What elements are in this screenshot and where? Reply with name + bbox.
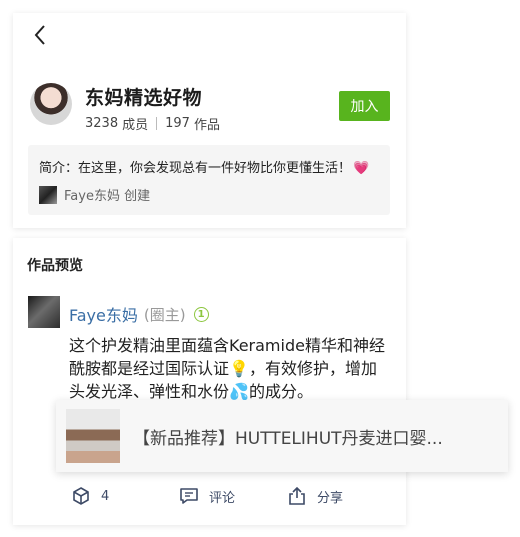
- back-button[interactable]: [27, 22, 53, 48]
- chevron-left-icon: [34, 25, 45, 45]
- group-header-card: 东妈精选好物 3238 成员 197 作品 加入 简介：在这里，你会发现总有一件…: [13, 13, 406, 228]
- member-label: 成员: [122, 118, 149, 133]
- share-label: 分享: [317, 490, 344, 506]
- works-preview-card: 作品预览 Faye东妈 (圈主) 1 这个护发精油里面蕴含Keramide精华和…: [13, 238, 406, 525]
- cube-like-icon: [73, 487, 89, 505]
- intro-text: 在这里，你会发现总有一件好物比你更懂生活！: [78, 161, 352, 176]
- creator-name[interactable]: Faye东妈: [64, 185, 120, 204]
- member-count: 3238: [85, 116, 119, 131]
- product-card[interactable]: 【新品推荐】HUTTELIHUT丹麦进口婴...: [56, 400, 508, 472]
- author-line: Faye东妈 (圈主) 1: [69, 302, 209, 326]
- post-text-part-3: 的成分。: [248, 382, 313, 401]
- creator-suffix: 创建: [124, 189, 151, 204]
- comment-action[interactable]: 评论: [179, 486, 235, 506]
- author-name[interactable]: Faye东妈: [69, 302, 138, 326]
- stats-divider: [156, 117, 158, 130]
- creator-line: Faye东妈 创建: [39, 185, 150, 204]
- bulb-emoji: 💡: [229, 359, 249, 378]
- creator-avatar[interactable]: [39, 185, 57, 204]
- group-stats: 3238 成员 197 作品: [85, 114, 220, 133]
- comment-label: 评论: [209, 490, 236, 506]
- intro-label: 简介：: [39, 161, 79, 176]
- group-name: 东妈精选好物: [85, 87, 203, 109]
- comment-icon: [180, 488, 198, 504]
- group-avatar: [30, 83, 72, 125]
- author-avatar[interactable]: [28, 296, 60, 328]
- share-action[interactable]: 分享: [287, 486, 343, 506]
- works-count: 197: [165, 116, 190, 131]
- drops-emoji: 💦: [229, 382, 249, 401]
- product-image: [66, 409, 120, 463]
- share-icon: [289, 486, 305, 505]
- product-title: 【新品推荐】HUTTELIHUT丹麦进口婴...: [133, 428, 443, 449]
- level-badge: 1: [193, 306, 209, 322]
- like-count: 4: [101, 488, 110, 504]
- post-text[interactable]: 这个护发精油里面蕴含Keramide精华和神经酰胺都是经过国际认证💡，有效修护，…: [69, 334, 389, 403]
- join-button[interactable]: 加入: [339, 91, 390, 121]
- works-label: 作品: [193, 118, 220, 133]
- intro-box: 简介：在这里，你会发现总有一件好物比你更懂生活！ 💗 Faye东妈 创建: [28, 145, 390, 215]
- heart-emoji: 💗: [353, 161, 370, 176]
- author-role: (圈主): [143, 305, 186, 324]
- like-action[interactable]: 4: [71, 486, 109, 506]
- section-title: 作品预览: [27, 258, 83, 274]
- intro-line: 简介：在这里，你会发现总有一件好物比你更懂生活！ 💗: [39, 157, 369, 176]
